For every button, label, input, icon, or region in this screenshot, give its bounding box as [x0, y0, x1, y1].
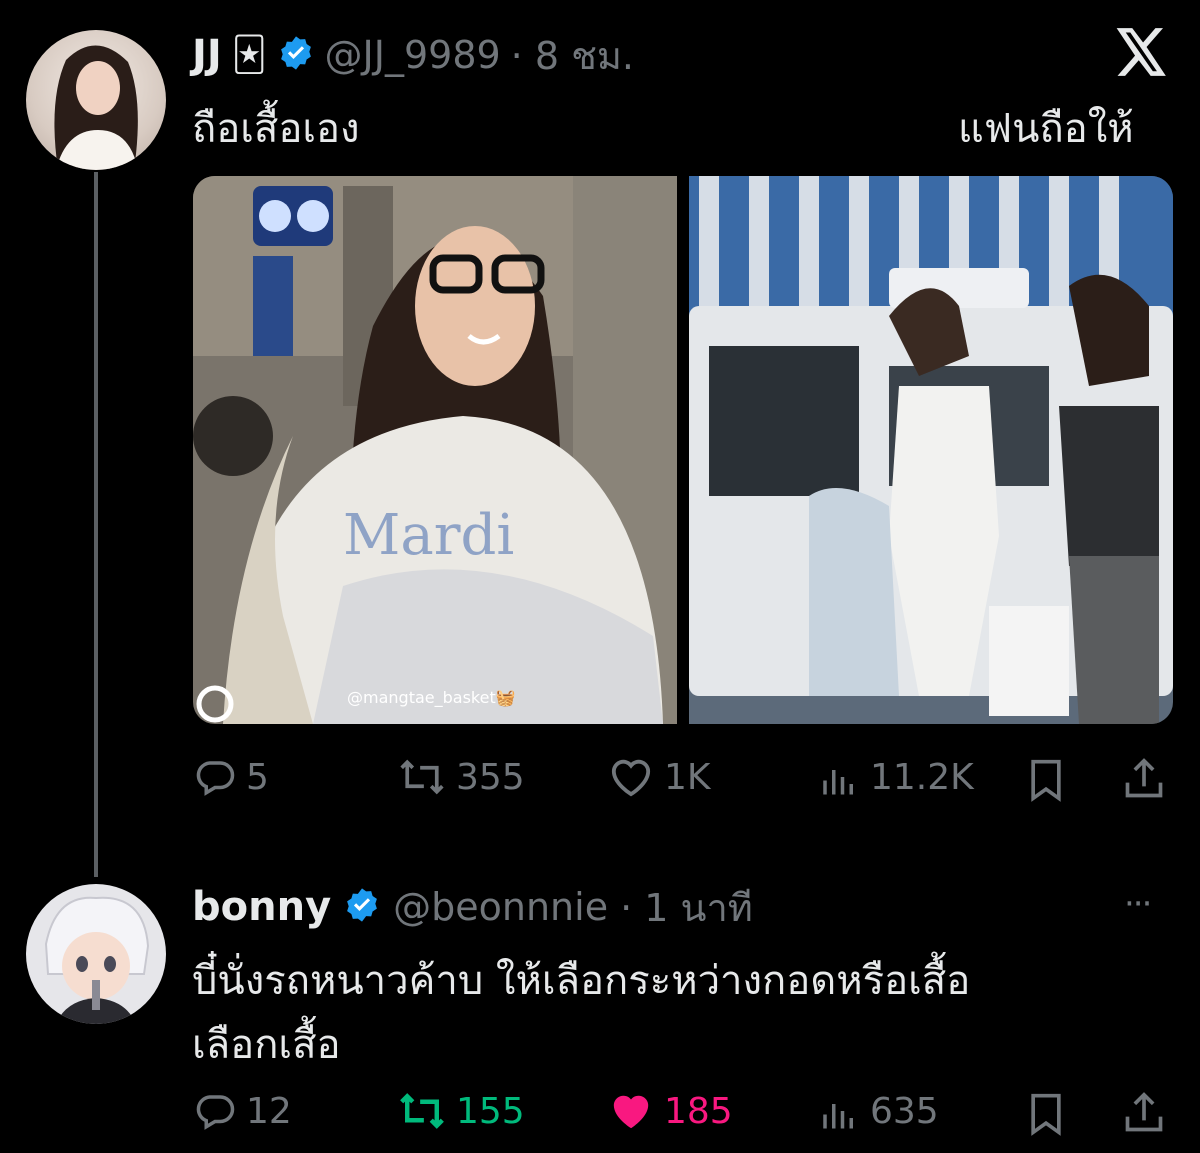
- tweet2-header: bonny @beonnnie · 1 นาที: [192, 882, 753, 932]
- analytics-icon: [823, 1104, 853, 1129]
- tweet2-text-line1: บี๋นั่งรถหนาวค้าบ ให้เลือกระหว่างกอดหรือ…: [192, 958, 971, 1004]
- media-watermark: @mangtae_basket🧺: [347, 688, 516, 707]
- retweet-icon: [400, 759, 444, 795]
- tweet2-retweet-button[interactable]: 155: [398, 1090, 525, 1132]
- tweet1-header: JJ 🃏 @JJ_9989 · 8 ชม.: [192, 30, 634, 80]
- tweet2-author-handle[interactable]: @beonnnie: [393, 885, 608, 929]
- tweet1-media[interactable]: Mardi @mangtae_basket🧺: [193, 176, 1173, 724]
- tweet2-reply-button[interactable]: 12: [194, 1090, 292, 1132]
- bookmark-icon[interactable]: [1024, 1092, 1068, 1140]
- analytics-icon: [823, 770, 853, 795]
- avatar-bonny[interactable]: [26, 884, 166, 1024]
- thread-line: [94, 172, 98, 877]
- tweet2-like-count: 185: [664, 1090, 733, 1132]
- tweet2-timestamp[interactable]: · 1 นาที: [620, 877, 753, 938]
- heart-icon: [611, 759, 651, 797]
- tweet2-text-line2: เลือกเสื้อ: [192, 1022, 341, 1068]
- tweet1-like-button[interactable]: 1K: [608, 756, 711, 798]
- tweet1-timestamp[interactable]: · 8 ชม.: [511, 25, 634, 86]
- reply-icon: [196, 761, 235, 796]
- tweet1-author-name[interactable]: JJ: [192, 32, 222, 78]
- media-photo-left[interactable]: Mardi @mangtae_basket🧺: [193, 176, 677, 724]
- media-divider: [677, 176, 689, 724]
- avatar-jj[interactable]: [26, 30, 166, 170]
- tweet2-views-button[interactable]: 635: [818, 1090, 939, 1132]
- reply-icon: [196, 1095, 235, 1130]
- verified-badge-icon: [277, 34, 315, 76]
- tweet1-like-count: 1K: [664, 756, 711, 798]
- tweet2-reply-count: 12: [246, 1090, 292, 1132]
- tweet1-reply-count: 5: [246, 756, 269, 798]
- heart-filled-icon: [613, 1095, 649, 1129]
- tweet1-view-count: 11.2K: [870, 756, 974, 798]
- bookmark-icon[interactable]: [1024, 758, 1068, 806]
- tweet1-views-button[interactable]: 11.2K: [818, 756, 974, 798]
- x-logo-icon[interactable]: [1116, 28, 1168, 80]
- tweet2-author-name[interactable]: bonny: [192, 884, 331, 930]
- shirt-print: Mardi: [343, 503, 514, 568]
- share-icon[interactable]: [1122, 1090, 1166, 1140]
- media-photo-right[interactable]: [689, 176, 1173, 724]
- verified-badge-icon: [343, 886, 381, 928]
- share-icon[interactable]: [1122, 756, 1166, 806]
- tweet1-author-handle[interactable]: @JJ_9989: [325, 33, 501, 77]
- tweet1-retweet-count: 355: [456, 756, 525, 798]
- tweet2-view-count: 635: [870, 1090, 939, 1132]
- joker-card-emoji: 🃏: [231, 35, 267, 75]
- tweet1-reply-button[interactable]: 5: [194, 756, 269, 798]
- tweet2-retweet-count: 155: [456, 1090, 525, 1132]
- tweet2-like-button[interactable]: 185: [608, 1090, 733, 1132]
- more-options-icon[interactable]: ···: [1124, 884, 1152, 924]
- retweet-icon: [400, 1093, 444, 1129]
- tweet1-text-right: แฟนถือให้: [958, 106, 1134, 152]
- tweet1-retweet-button[interactable]: 355: [398, 756, 525, 798]
- tweet1-text-left: ถือเสื้อเอง: [192, 106, 360, 152]
